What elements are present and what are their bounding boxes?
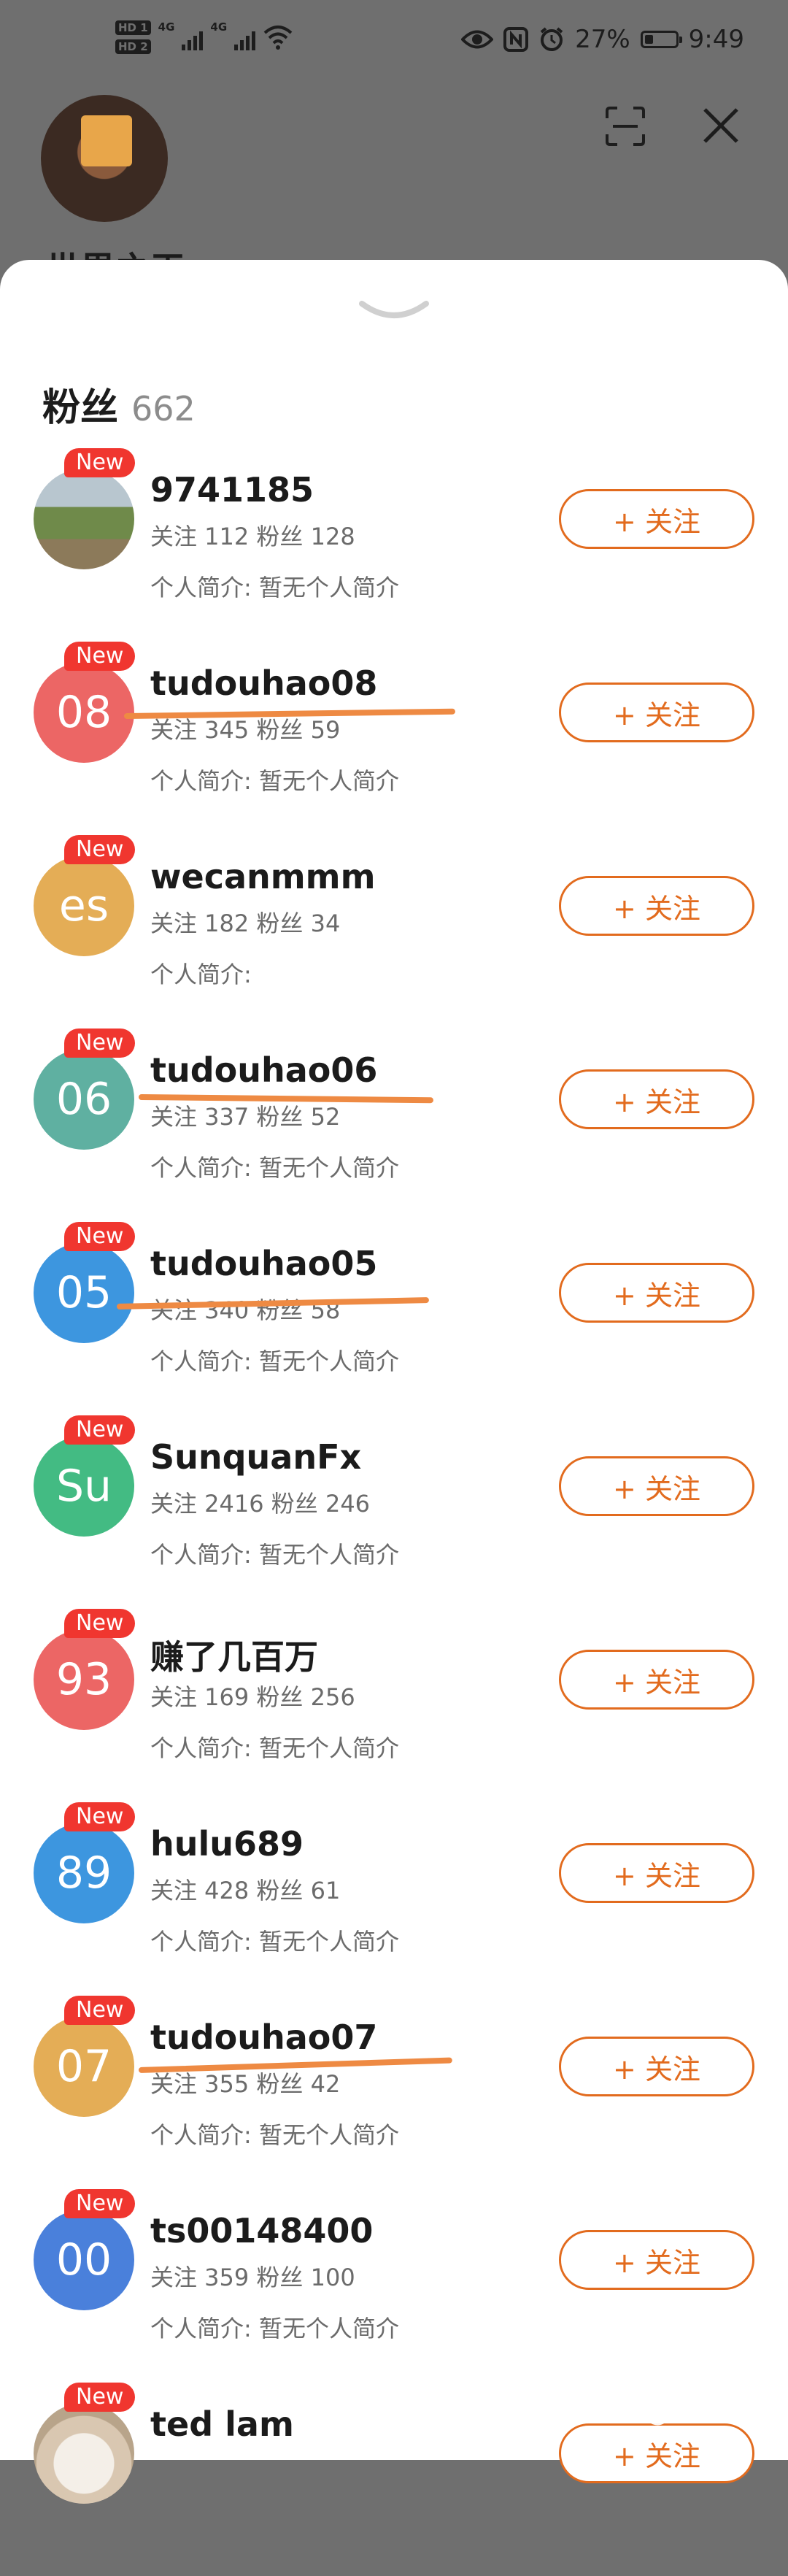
bio: 个人简介: 暂无个人简介 — [150, 2315, 399, 2342]
close-icon[interactable] — [699, 104, 743, 147]
sheet-header: 粉丝 662 — [42, 377, 196, 431]
follow-stats: 关注 337 粉丝 52 — [150, 1103, 341, 1131]
follow-stats: 关注 359 粉丝 100 — [150, 2264, 355, 2291]
new-badge: New — [64, 642, 136, 671]
follower-count: 662 — [131, 389, 196, 428]
follow-stats: 关注 340 粉丝 58 — [150, 1296, 341, 1324]
bio: 个人简介: 暂无个人简介 — [150, 1734, 399, 1762]
sheet-title: 粉丝 — [42, 386, 119, 430]
sim1-badge: HD 1 — [115, 20, 151, 35]
bio: 个人简介: 暂无个人简介 — [150, 2121, 399, 2149]
avatar[interactable]: 08 — [34, 662, 134, 763]
username[interactable]: SunquanFx — [150, 1437, 361, 1477]
follower-list: New 9741185 关注 112 粉丝 128 个人简介: 暂无个人简介 + 关注 0… — [0, 448, 788, 2576]
username[interactable]: hulu689 — [150, 1824, 304, 1864]
signal-icon-2 — [234, 24, 256, 50]
followers-sheet: 粉丝 662 New 9741185 关注 112 粉丝 128 个人简介: 暂无个人… — [0, 260, 788, 2504]
new-badge: New — [64, 2383, 136, 2412]
bio: 个人简介: 暂无个人简介 — [150, 1541, 399, 1569]
username[interactable]: tudouhao06 — [150, 1050, 377, 1090]
new-badge: New — [64, 448, 136, 477]
follow-button[interactable]: + 关注 — [559, 1456, 754, 1516]
sim-indicators: HD 1 HD 2 — [115, 20, 151, 54]
avatar[interactable]: es — [34, 856, 134, 956]
clock: 9:49 — [688, 25, 744, 54]
follow-stats: 关注 428 粉丝 61 — [150, 1877, 341, 1904]
avatar[interactable] — [34, 2403, 134, 2504]
username[interactable]: tudouhao08 — [150, 664, 377, 703]
list-item[interactable]: es New wecanmmm 关注 182 粉丝 34 个人简介: + 关注 — [0, 835, 788, 1029]
username[interactable]: ts00148400 — [150, 2211, 373, 2250]
username[interactable]: wecanmmm — [150, 857, 376, 896]
avatar[interactable] — [34, 469, 134, 569]
bio: 个人简介: 暂无个人简介 — [150, 574, 399, 601]
new-badge: New — [64, 1609, 136, 1638]
list-item[interactable]: 93 New 赚了几百万关注 169 粉丝 256 个人简介: 暂无个人简介 + 关注 — [0, 1609, 788, 1802]
eye-icon — [461, 30, 494, 49]
new-badge: New — [64, 835, 136, 864]
sim2-badge: HD 2 — [115, 39, 151, 54]
new-badge: New — [64, 1222, 136, 1251]
scan-icon[interactable] — [604, 105, 646, 147]
follow-button[interactable]: + 关注 — [559, 2230, 754, 2290]
list-item[interactable]: 07 New tudouhao07 关注 355 粉丝 42 个人简介: 暂无个人简介 +… — [0, 1996, 788, 2189]
avatar[interactable]: 89 — [34, 1823, 134, 1923]
wifi-icon — [263, 26, 293, 50]
new-badge: New — [64, 1802, 136, 1831]
list-item[interactable]: 00 New ts00148400 关注 359 粉丝 100 个人简介: 暂无个人简介… — [0, 2189, 788, 2383]
follow-stats: 关注 112 粉丝 128 — [150, 523, 355, 550]
network-type-2: 4G — [210, 20, 228, 34]
status-bar: HD 1 HD 2 4G 4G 27% 9:49 — [0, 0, 788, 88]
bio: 个人简介: 暂无个人简介 — [150, 1928, 399, 1956]
nfc-icon — [503, 27, 529, 52]
list-item[interactable]: 06 New tudouhao06 关注 337 粉丝 52 个人简介: 暂无个人简介 +… — [0, 1029, 788, 1222]
follow-stats: 关注 182 粉丝 34 — [150, 910, 341, 937]
watermark: @世界之王 — [643, 2395, 782, 2427]
battery-icon — [640, 31, 682, 48]
follow-button[interactable]: + 关注 — [559, 683, 754, 742]
bio: 个人简介: — [150, 961, 252, 988]
follow-button[interactable]: + 关注 — [559, 1263, 754, 1323]
signal-icon — [182, 24, 204, 50]
avatar[interactable]: 00 — [34, 2210, 134, 2310]
new-badge: New — [64, 2189, 136, 2218]
network-type-1: 4G — [158, 20, 175, 34]
profile-avatar[interactable] — [41, 95, 168, 222]
battery-percent: 27% — [575, 25, 630, 54]
username[interactable]: 9741185 — [150, 470, 314, 510]
follow-stats: 关注 2416 粉丝 246 — [150, 1490, 371, 1518]
list-item[interactable]: 08 New tudouhao08 关注 345 粉丝 59 个人简介: 暂无个人简介 +… — [0, 642, 788, 835]
follow-button[interactable]: + 关注 — [559, 876, 754, 936]
new-badge: New — [64, 1415, 136, 1445]
follow-button[interactable]: + 关注 — [559, 1843, 754, 1903]
username[interactable]: 赚了几百万 — [150, 1631, 318, 1679]
avatar[interactable]: Su — [34, 1436, 134, 1537]
username[interactable]: ted lam — [150, 2404, 294, 2444]
follow-button[interactable]: + 关注 — [559, 489, 754, 549]
follow-button[interactable]: + 关注 — [559, 1650, 754, 1710]
username[interactable]: tudouhao07 — [150, 2018, 377, 2057]
list-item[interactable]: New 9741185 关注 112 粉丝 128 个人简介: 暂无个人简介 + 关注 — [0, 448, 788, 642]
chevron-down-icon[interactable] — [358, 298, 430, 324]
new-badge: New — [64, 1996, 136, 2025]
follow-button[interactable]: + 关注 — [559, 1069, 754, 1129]
bio: 个人简介: 暂无个人简介 — [150, 1347, 399, 1375]
avatar[interactable]: 07 — [34, 2016, 134, 2117]
follow-button[interactable]: + 关注 — [559, 2423, 754, 2483]
status-left: HD 1 HD 2 4G 4G — [115, 20, 293, 54]
bio: 个人简介: 暂无个人简介 — [150, 1154, 399, 1182]
follow-button[interactable]: + 关注 — [559, 2037, 754, 2096]
list-item[interactable]: 89 New hulu689 关注 428 粉丝 61 个人简介: 暂无个人简介 + 关注 — [0, 1802, 788, 1996]
list-item[interactable]: Su New SunquanFx 关注 2416 粉丝 246 个人简介: 暂无个人简介… — [0, 1415, 788, 1609]
avatar[interactable]: 93 — [34, 1629, 134, 1730]
alarm-icon — [540, 27, 563, 51]
avatar[interactable]: 06 — [34, 1049, 134, 1150]
new-badge: New — [64, 1029, 136, 1058]
follow-stats: 关注 169 粉丝 256 — [150, 1683, 355, 1711]
list-item[interactable]: 05 New tudouhao05 关注 340 粉丝 58 个人简介: 暂无个人简介 +… — [0, 1222, 788, 1415]
avatar[interactable]: 05 — [34, 1242, 134, 1343]
status-right: 27% 9:49 — [461, 25, 744, 54]
bio: 个人简介: 暂无个人简介 — [150, 767, 399, 795]
username[interactable]: tudouhao05 — [150, 1244, 377, 1283]
